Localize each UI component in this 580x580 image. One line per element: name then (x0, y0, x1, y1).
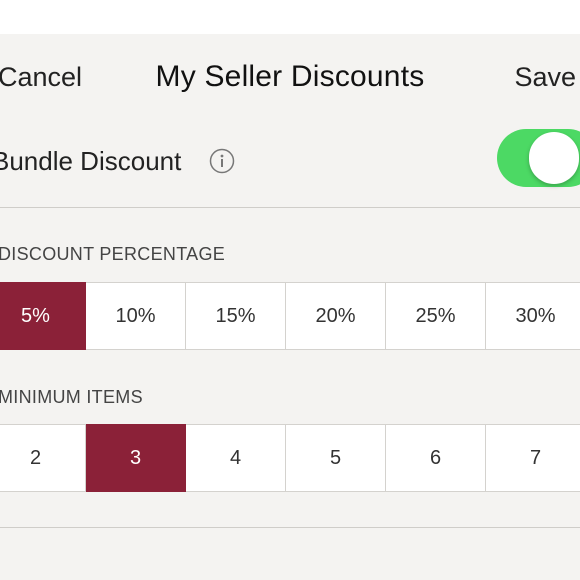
toggle-knob (529, 132, 579, 184)
minimum-items-label: MINIMUM ITEMS (0, 387, 143, 407)
top-margin (0, 0, 580, 34)
minimum-items-option[interactable]: 4 (186, 424, 286, 492)
discount-percentage-selector: 5% 10% 15% 20% 25% 30% (0, 282, 580, 350)
page-title: My Seller Discounts (155, 60, 425, 93)
discount-percentage-label: DISCOUNT PERCENTAGE (0, 244, 226, 264)
bundle-discount-toggle[interactable] (497, 129, 580, 187)
minimum-items-option[interactable]: 7 (486, 424, 580, 492)
navigation-bar: Cancel My Seller Discounts Save (0, 34, 580, 119)
discount-percentage-option[interactable]: 15% (186, 282, 286, 350)
discount-percentage-option[interactable]: 10% (86, 282, 186, 350)
minimum-items-selector: 234567 (0, 424, 580, 492)
discount-percentage-option[interactable]: 20% (286, 282, 386, 350)
save-button[interactable]: Save (514, 62, 576, 93)
bundle-discount-row: Bundle Discount (0, 118, 580, 208)
bundle-discount-label: Bundle Discount (0, 146, 182, 176)
info-icon[interactable] (209, 148, 235, 174)
discount-percentage-option[interactable]: 30% (486, 282, 580, 350)
discount-percentage-option[interactable]: 25% (386, 282, 486, 350)
discount-percentage-option[interactable]: 5% (0, 282, 86, 350)
minimum-items-option[interactable]: 6 (386, 424, 486, 492)
divider (0, 527, 580, 528)
minimum-items-option[interactable]: 2 (0, 424, 86, 492)
minimum-items-option[interactable]: 5 (286, 424, 386, 492)
minimum-items-option[interactable]: 3 (86, 424, 186, 492)
